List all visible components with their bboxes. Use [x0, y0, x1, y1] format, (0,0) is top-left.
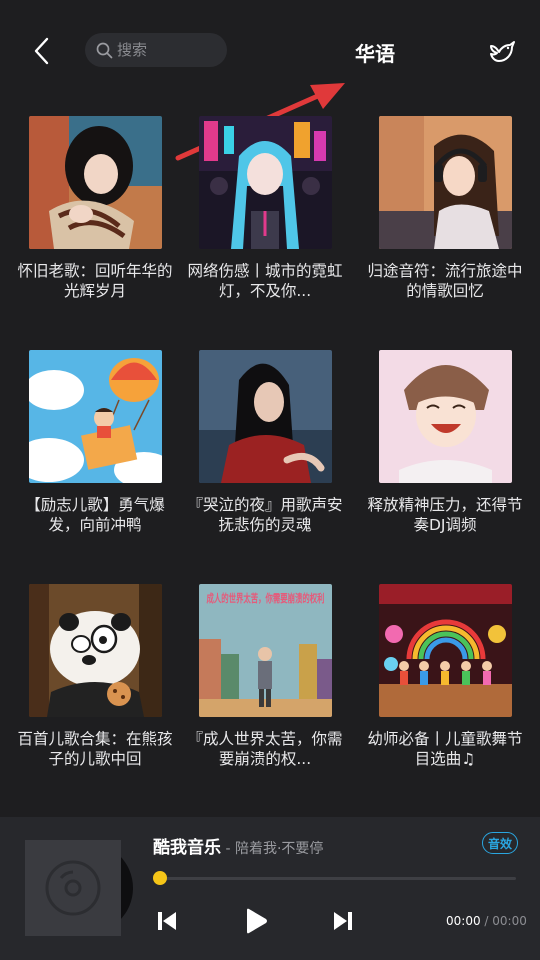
- cover-image: [378, 116, 512, 249]
- playlist-title: 网络伤感丨城市的霓虹灯，不及你...: [187, 262, 343, 300]
- playlist-title: 怀旧老歌：回听年华的光辉岁月: [17, 262, 173, 300]
- playlist-title: 『成人世界太苦，你需要崩溃的权...: [187, 730, 343, 768]
- playlist-title: 幼师必备丨儿童歌舞节目选曲♫: [367, 730, 523, 768]
- page-title: 华语: [355, 42, 395, 66]
- playlist-card[interactable]: 网络伤感丨城市的霓虹灯，不及你...: [180, 116, 350, 301]
- progress-knob[interactable]: [153, 871, 167, 885]
- cover-image: [378, 584, 512, 717]
- next-icon[interactable]: [332, 910, 354, 932]
- current-time: 00:00: [446, 914, 481, 928]
- playlist-cover: [378, 116, 512, 249]
- song-artist: - 陪着我·不要停: [221, 841, 324, 857]
- total-time: 00:00: [492, 914, 527, 928]
- song-title-line: 酷我音乐 - 陪着我·不要停: [153, 833, 323, 858]
- previous-icon[interactable]: [156, 910, 178, 932]
- playlist-cover: [28, 350, 162, 483]
- sound-effect-button[interactable]: 音效: [482, 832, 518, 854]
- playlist-card[interactable]: 『哭泣的夜』用歌声安抚悲伤的灵魂: [180, 350, 350, 535]
- playlist-card[interactable]: 幼师必备丨儿童歌舞节目选曲♫: [360, 584, 530, 769]
- playlist-card[interactable]: 释放精神压力，还得节奏DJ调频: [360, 350, 530, 535]
- playlist-title: 释放精神压力，还得节奏DJ调频: [367, 496, 523, 534]
- cover-image: [198, 116, 332, 249]
- cover-image: [378, 350, 512, 483]
- playlist-card[interactable]: 成人的世界太苦，你需要崩溃的权利 『成人世界太苦，你需要崩溃的权...: [180, 584, 350, 769]
- playlist-cover: [198, 116, 332, 249]
- progress-bar[interactable]: [153, 871, 516, 885]
- playlist-title: 『哭泣的夜』用歌声安抚悲伤的灵魂: [187, 496, 343, 534]
- playlist-card[interactable]: 归途音符：流行旅途中的情歌回忆: [360, 116, 530, 301]
- bird-share-icon[interactable]: [487, 37, 517, 67]
- playlist-cover: [28, 584, 162, 717]
- playlist-cover: [378, 584, 512, 717]
- playlist-cover: [28, 116, 162, 249]
- album-art[interactable]: [25, 840, 133, 936]
- cover-image: 成人的世界太苦，你需要崩溃的权利: [198, 584, 332, 717]
- playlist-card[interactable]: 百首儿歌合集：在熊孩子的儿歌中回: [10, 584, 180, 769]
- playlist-title: 【励志儿歌】勇气爆发，向前冲鸭: [25, 496, 165, 534]
- cover-image: [28, 350, 162, 483]
- playlist-cover: [198, 350, 332, 483]
- playlist-title: 归途音符：流行旅途中的情歌回忆: [367, 262, 523, 300]
- playlist-title: 百首儿歌合集：在熊孩子的儿歌中回: [17, 730, 173, 768]
- search-box[interactable]: [85, 33, 227, 67]
- playlist-cover: [378, 350, 512, 483]
- playback-time: 00:00 / 00:00: [446, 914, 527, 928]
- cover-image: [28, 584, 162, 717]
- cover-poster-text: 成人的世界太苦，你需要崩溃的权利: [206, 591, 324, 605]
- chevron-left-icon[interactable]: [28, 35, 58, 67]
- search-input[interactable]: [117, 41, 217, 59]
- cover-image: [28, 116, 162, 249]
- top-bar: 华语: [0, 0, 540, 161]
- playlist-card[interactable]: 【励志儿歌】勇气爆发，向前冲鸭: [10, 350, 180, 535]
- cover-image: [198, 350, 332, 483]
- mini-player: 酷我音乐 - 陪着我·不要停 音效 00:00 / 00:00: [0, 817, 540, 960]
- search-icon: [96, 42, 113, 58]
- time-separator: /: [480, 914, 493, 928]
- song-title: 酷我音乐: [153, 838, 221, 858]
- play-icon[interactable]: [243, 907, 269, 935]
- playlist-cover: 成人的世界太苦，你需要崩溃的权利: [198, 584, 332, 717]
- playlist-card[interactable]: 怀旧老歌：回听年华的光辉岁月: [10, 116, 180, 301]
